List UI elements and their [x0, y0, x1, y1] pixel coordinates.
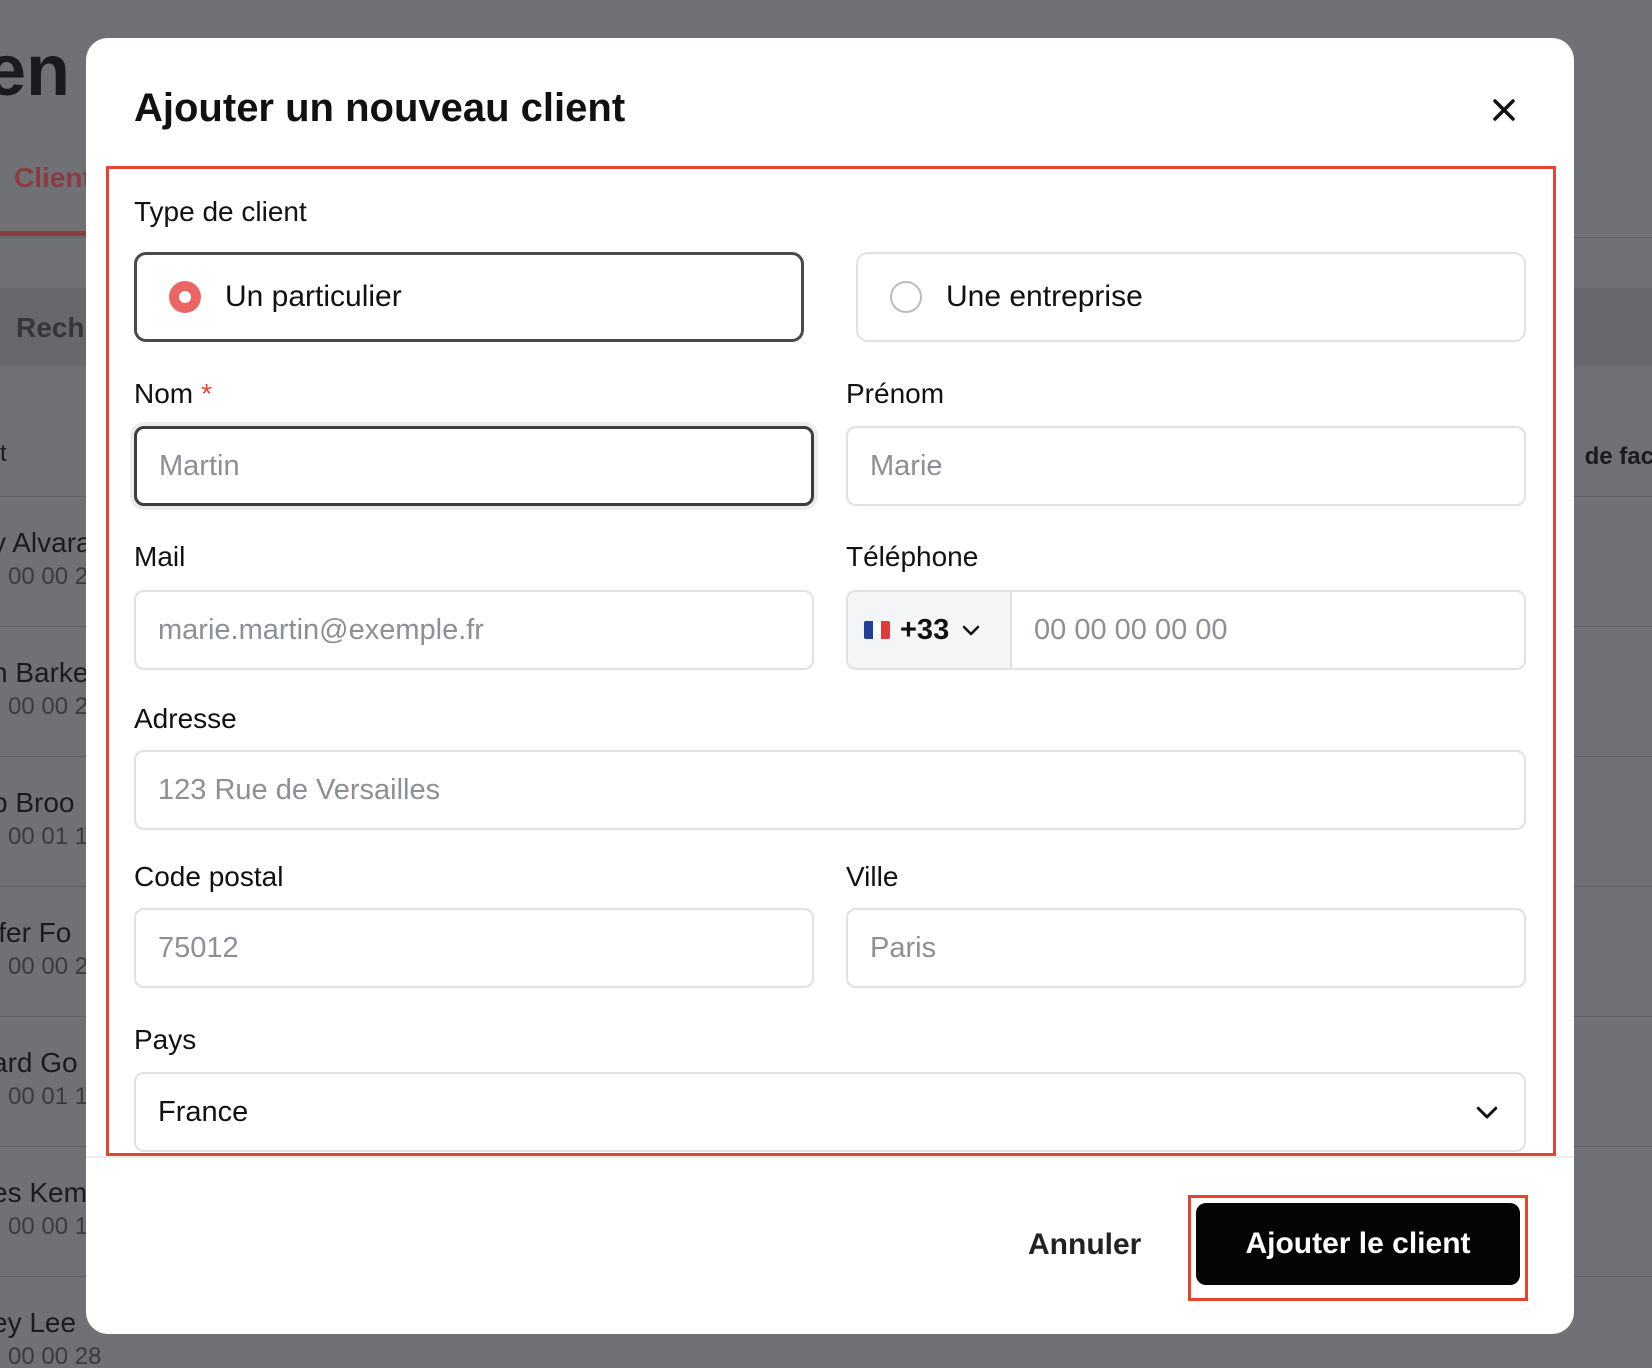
- nom-label: Nom *: [134, 378, 212, 410]
- row-name: ifer Fo: [0, 917, 72, 948]
- row-name: ard Go: [0, 1047, 78, 1078]
- pays-select[interactable]: France: [134, 1072, 1526, 1152]
- page-title: ien: [0, 31, 71, 111]
- telephone-input[interactable]: [1012, 592, 1524, 668]
- row-phone: 00 00 28: [8, 1343, 102, 1368]
- radio-particulier[interactable]: Un particulier: [134, 252, 804, 342]
- telephone-field: +33: [846, 590, 1526, 670]
- tab-underline: [0, 231, 95, 236]
- radio-selected-icon: [169, 281, 201, 313]
- pays-value: France: [158, 1095, 249, 1128]
- footer-divider: [86, 1156, 1574, 1158]
- radio-particulier-label: Un particulier: [225, 280, 402, 313]
- add-client-modal: Ajouter un nouveau client Type de client…: [86, 38, 1574, 1334]
- table-header-right: de fac: [1584, 443, 1652, 470]
- add-client-button[interactable]: Ajouter le client: [1196, 1203, 1520, 1285]
- chevron-down-icon: [1476, 1106, 1498, 1119]
- row-name: es Kem: [0, 1177, 87, 1208]
- adresse-input[interactable]: [134, 750, 1526, 830]
- code-postal-label: Code postal: [134, 861, 284, 892]
- table-header-left: t: [0, 440, 7, 467]
- row-phone: 00 00 2: [8, 953, 89, 980]
- telephone-label: Téléphone: [846, 541, 979, 572]
- ville-label: Ville: [846, 861, 899, 892]
- row-name: n Barke: [0, 657, 89, 688]
- cancel-button[interactable]: Annuler: [1028, 1228, 1141, 1262]
- modal-title: Ajouter un nouveau client: [134, 86, 626, 130]
- chevron-down-icon: [962, 625, 980, 636]
- adresse-label: Adresse: [134, 703, 237, 734]
- prenom-input[interactable]: [846, 426, 1526, 506]
- search-placeholder: Rech: [16, 312, 85, 343]
- code-postal-input[interactable]: [134, 908, 814, 988]
- mail-input[interactable]: [134, 590, 814, 670]
- country-code-select[interactable]: +33: [848, 592, 1012, 668]
- tab-clients: Client: [14, 162, 92, 193]
- close-icon: [1493, 99, 1515, 121]
- ville-input[interactable]: [846, 908, 1526, 988]
- country-code: +33: [900, 613, 950, 646]
- pays-label: Pays: [134, 1024, 197, 1055]
- france-flag-icon: [864, 621, 890, 639]
- row-phone: 00 00 2: [8, 693, 89, 720]
- row-phone: 00 00 1: [8, 1213, 89, 1240]
- row-phone: 00 01 1: [8, 823, 89, 850]
- radio-entreprise-label: Une entreprise: [946, 280, 1143, 313]
- prenom-label: Prénom: [846, 378, 945, 409]
- mail-label: Mail: [134, 541, 186, 572]
- radio-entreprise[interactable]: Une entreprise: [856, 252, 1526, 342]
- radio-unselected-icon: [890, 281, 922, 313]
- row-name: b Broo: [0, 787, 75, 818]
- required-mark: *: [201, 378, 213, 409]
- close-button[interactable]: [1484, 90, 1524, 130]
- row-phone: 00 01 1: [8, 1083, 89, 1110]
- client-type-label: Type de client: [134, 196, 307, 227]
- row-name: ey Lee: [0, 1307, 77, 1338]
- nom-label-text: Nom: [134, 378, 194, 409]
- nom-input[interactable]: [134, 426, 814, 506]
- row-phone: 00 00 2: [8, 563, 89, 590]
- row-name: y Alvara: [0, 527, 92, 558]
